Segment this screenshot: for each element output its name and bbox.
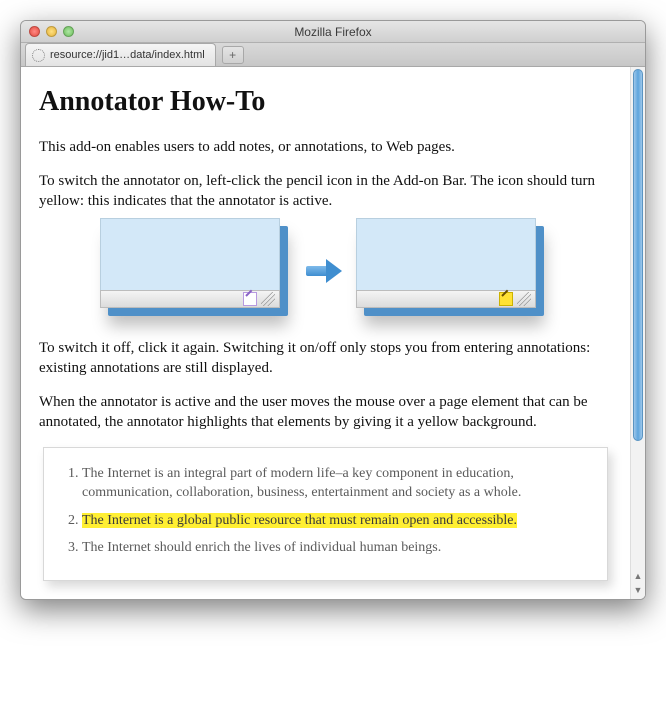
panel-inactive: [108, 226, 288, 316]
traffic-lights: [29, 26, 74, 37]
addon-bar-inactive: [100, 290, 280, 308]
intro-paragraph: This add-on enables users to add notes, …: [39, 137, 612, 157]
browser-window: Mozilla Firefox resource://jid1…data/ind…: [20, 20, 646, 600]
page-content: Annotator How-To This add-on enables use…: [21, 67, 630, 599]
instruction-on: To switch the annotator on, left-click t…: [39, 171, 612, 212]
resize-grip-icon: [261, 292, 275, 306]
manifesto-example: The Internet is an integral part of mode…: [43, 447, 608, 581]
pencil-icon-active[interactable]: [499, 292, 513, 306]
loading-icon: [32, 49, 45, 62]
tab-label: resource://jid1…data/index.html: [50, 49, 205, 61]
page-title: Annotator How-To: [39, 83, 612, 121]
resize-grip-icon: [517, 292, 531, 306]
browser-tab[interactable]: resource://jid1…data/index.html: [25, 43, 216, 66]
arrow-icon: [306, 256, 346, 286]
pencil-icon[interactable]: [243, 292, 257, 306]
scroll-up-icon[interactable]: ▲: [631, 569, 645, 583]
vertical-scrollbar[interactable]: ▲ ▼: [630, 67, 645, 599]
list-item: The Internet should enrich the lives of …: [82, 538, 583, 558]
panel-active: [364, 226, 544, 316]
instruction-off: To switch it off, click it again. Switch…: [39, 338, 612, 379]
close-icon[interactable]: [29, 26, 40, 37]
addon-bar-active: [356, 290, 536, 308]
new-tab-button[interactable]: +: [222, 46, 244, 64]
list-item-highlighted[interactable]: The Internet is a global public resource…: [82, 511, 583, 531]
list-item: The Internet is an integral part of mode…: [82, 464, 583, 503]
minimize-icon[interactable]: [46, 26, 57, 37]
tab-strip: resource://jid1…data/index.html +: [21, 43, 645, 67]
illustration-row: [39, 226, 612, 316]
highlight-explain: When the annotator is active and the use…: [39, 392, 612, 433]
content-area: Annotator How-To This add-on enables use…: [21, 67, 645, 599]
titlebar: Mozilla Firefox: [21, 21, 645, 43]
window-title: Mozilla Firefox: [21, 25, 645, 39]
scroll-down-icon[interactable]: ▼: [631, 583, 645, 597]
scrollbar-thumb[interactable]: [633, 69, 643, 441]
zoom-icon[interactable]: [63, 26, 74, 37]
